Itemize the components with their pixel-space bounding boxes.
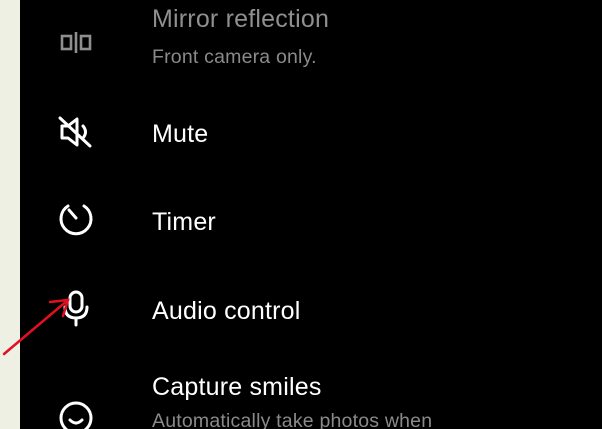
- setting-audio-control[interactable]: Audio control: [20, 266, 602, 354]
- setting-title: Mirror reflection: [152, 5, 330, 33]
- volume-mute-icon: [56, 112, 96, 152]
- setting-title: Mute: [152, 120, 209, 148]
- setting-title: Capture smiles: [152, 373, 322, 401]
- camera-settings-panel: Mirror reflection Front camera only. Mut…: [20, 0, 602, 429]
- setting-subtitle: Front camera only.: [152, 46, 317, 68]
- setting-timer[interactable]: Timer: [20, 178, 602, 262]
- mirror-icon: [56, 22, 96, 62]
- setting-subtitle: Automatically take photos when: [152, 410, 433, 429]
- setting-mirror-reflection[interactable]: Mirror reflection Front camera only.: [20, 0, 602, 80]
- setting-capture-smiles[interactable]: Capture smiles Automatically take photos…: [20, 360, 602, 429]
- setting-mute[interactable]: Mute: [20, 92, 602, 176]
- timer-icon: [56, 198, 96, 238]
- smile-icon: [56, 398, 96, 429]
- microphone-icon: [56, 288, 96, 328]
- setting-title: Timer: [152, 208, 216, 236]
- setting-title: Audio control: [152, 297, 301, 325]
